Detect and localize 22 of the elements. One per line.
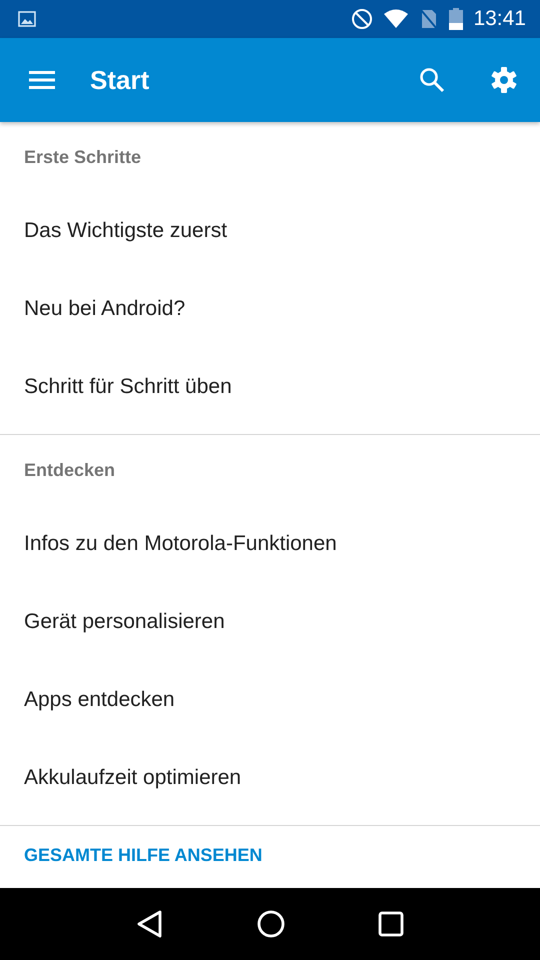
- status-time: 13:41: [473, 7, 526, 31]
- wifi-icon: [383, 9, 410, 29]
- list-item[interactable]: Gerät personalisieren: [0, 583, 540, 661]
- recents-icon[interactable]: [378, 911, 404, 937]
- list-item[interactable]: Neu bei Android?: [0, 270, 540, 348]
- section-header: Erste Schritte: [23, 146, 142, 168]
- app-title: Start: [90, 64, 150, 96]
- list-item[interactable]: Das Wichtigste zuerst: [0, 192, 540, 270]
- menu-icon[interactable]: [29, 70, 55, 90]
- home-icon[interactable]: [256, 909, 286, 939]
- do-not-disturb-icon: [351, 8, 374, 30]
- settings-icon[interactable]: [490, 66, 518, 94]
- search-icon[interactable]: [419, 67, 445, 93]
- battery-icon: [449, 8, 464, 30]
- image-icon: [18, 11, 36, 27]
- list-item[interactable]: Infos zu den Motorola-Funktionen: [0, 505, 540, 583]
- list-item[interactable]: Akkulaufzeit optimieren: [0, 739, 540, 817]
- back-icon[interactable]: [136, 909, 164, 939]
- section-header: Entdecken: [23, 458, 116, 482]
- view-all-help-link[interactable]: GESAMTE HILFE ANSEHEN: [24, 844, 262, 866]
- list-item[interactable]: Apps entdecken: [0, 661, 540, 739]
- list-item[interactable]: Schritt für Schritt üben: [0, 348, 540, 426]
